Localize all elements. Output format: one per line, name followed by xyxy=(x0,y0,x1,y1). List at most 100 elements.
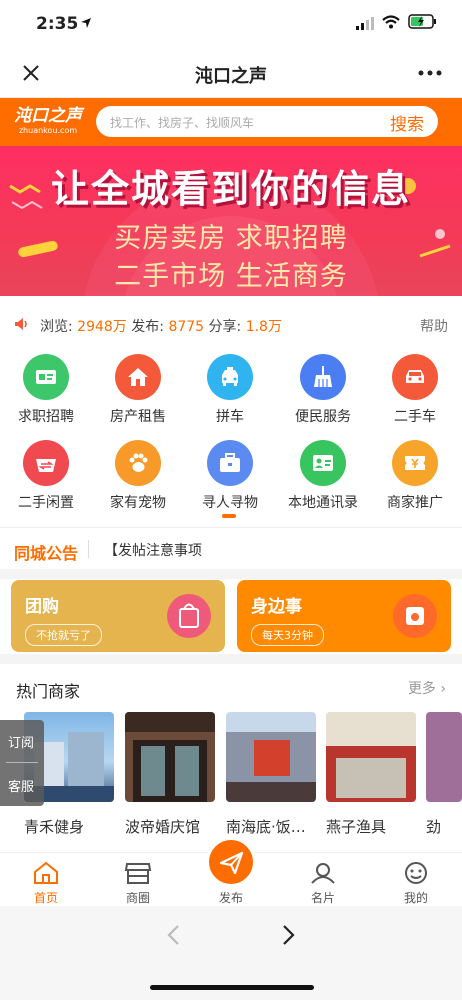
forward-arrow-icon[interactable] xyxy=(282,924,296,946)
site-header: 沌口之声 zhuankou.com 找工作、找房子、找顺风车 搜索 xyxy=(0,98,462,146)
section-gap xyxy=(0,654,462,664)
category-label: 家有宠物 xyxy=(110,495,166,511)
help-link[interactable]: 帮助 xyxy=(420,316,448,336)
posts-count: 8775 xyxy=(168,319,205,335)
merchant-photo xyxy=(426,712,462,802)
floating-side-panel: 订阅 客服 xyxy=(0,720,44,806)
bottom-tab-bar: 首页 商圈 发布 名片 我的 xyxy=(0,837,462,906)
announcement-bar[interactable]: 同城公告 【发帖注意事项 xyxy=(0,527,462,569)
publish-label: 发布 xyxy=(218,891,243,905)
promo-banner[interactable]: 让全城看到你的信息 买房卖房 求职招聘 二手市场 生活商务 xyxy=(0,146,462,296)
category-label: 求职招聘 xyxy=(18,409,74,425)
more-link[interactable]: 更多 › xyxy=(408,678,446,698)
speaker-icon xyxy=(15,318,27,330)
contact-card-icon xyxy=(300,440,346,486)
subscribe-button[interactable]: 订阅 xyxy=(8,732,34,751)
posts-label: 发布: xyxy=(131,319,164,335)
views-count: 2948万 xyxy=(77,319,127,335)
category-secondhand[interactable]: 二手闲置 xyxy=(0,440,92,520)
store-icon xyxy=(124,861,152,885)
search-button[interactable]: 搜索 xyxy=(390,110,424,135)
nearby-news-card[interactable]: 身边事 每天3分钟 xyxy=(237,580,451,652)
category-label: 二手闲置 xyxy=(18,495,74,511)
tab-mine[interactable]: 我的 xyxy=(386,861,446,906)
broom-icon xyxy=(300,354,346,400)
category-label: 拼车 xyxy=(216,409,244,425)
banner-pagination xyxy=(212,286,252,292)
back-arrow-icon[interactable] xyxy=(166,924,180,946)
id-card-icon xyxy=(23,354,69,400)
chevron-right-icon: › xyxy=(440,681,446,697)
category-label: 便民服务 xyxy=(295,409,351,425)
category-label: 商家推广 xyxy=(387,495,443,511)
merchant-card[interactable]: 燕子渔具 xyxy=(326,712,416,837)
paper-plane-icon xyxy=(219,851,244,875)
category-label: 二手车 xyxy=(394,409,436,425)
tab-label: 我的 xyxy=(403,891,428,905)
category-jobs[interactable]: 求职招聘 xyxy=(0,354,92,434)
battery-charging-icon xyxy=(408,14,436,29)
radio-icon xyxy=(393,594,437,638)
category-promotion[interactable]: 商家推广 xyxy=(369,440,461,520)
merchant-card[interactable]: 波帝婚庆馆 xyxy=(125,712,215,837)
nearby-news-title: 身边事 xyxy=(251,597,302,617)
briefcase-icon xyxy=(207,440,253,486)
stats-row: 浏览: 2948万 发布: 8775 分享: 1.8万 帮助 xyxy=(0,307,462,341)
shopping-bag-icon xyxy=(167,594,211,638)
section-gap xyxy=(0,569,462,579)
category-label: 本地通讯录 xyxy=(288,495,358,511)
category-directory[interactable]: 本地通讯录 xyxy=(277,440,369,520)
tab-business-card[interactable]: 名片 xyxy=(293,861,353,906)
merchant-photo xyxy=(326,712,416,802)
more-icon[interactable] xyxy=(418,70,442,76)
site-logo[interactable]: 沌口之声 zhuankou.com xyxy=(12,106,84,140)
shares-label: 分享: xyxy=(208,319,242,335)
category-label: 寻人寻物 xyxy=(202,495,258,511)
category-housing[interactable]: 房产租售 xyxy=(92,354,184,434)
group-buy-title: 团购 xyxy=(25,597,59,617)
banner-line-2: 买房卖房 求职招聘 xyxy=(114,223,348,254)
status-bar: 2:35 xyxy=(0,0,462,48)
customer-service-button[interactable]: 客服 xyxy=(8,776,34,795)
category-used-cars[interactable]: 二手车 xyxy=(369,354,461,434)
category-services[interactable]: 便民服务 xyxy=(277,354,369,434)
category-lost-found[interactable]: 寻人寻物 xyxy=(184,440,276,520)
nearby-news-tag: 每天3分钟 xyxy=(251,624,324,646)
search-input[interactable]: 找工作、找房子、找顺风车 搜索 xyxy=(96,106,438,137)
logo-domain: zhuankou.com xyxy=(18,126,78,135)
signal-icon xyxy=(356,17,374,30)
divider xyxy=(88,540,89,558)
tab-home[interactable]: 首页 xyxy=(16,861,76,906)
group-buy-card[interactable]: 团购 不抢就亏了 xyxy=(11,580,225,652)
location-arrow-icon xyxy=(81,18,91,28)
car-icon xyxy=(207,354,253,400)
merchant-name: 波帝婚庆馆 xyxy=(125,818,201,836)
publish-button[interactable] xyxy=(206,837,256,887)
merchant-name: 南海底·饭… xyxy=(226,818,306,836)
house-icon xyxy=(115,354,161,400)
merchant-card[interactable]: 南海底·饭… xyxy=(226,712,316,837)
tab-business-circle[interactable]: 商圈 xyxy=(108,861,168,906)
basket-icon xyxy=(23,440,69,486)
grid-page-indicator xyxy=(222,514,236,518)
ticket-icon xyxy=(392,440,438,486)
tab-label: 首页 xyxy=(33,891,58,905)
merchant-card[interactable]: 劲 xyxy=(426,712,462,837)
views-label: 浏览: xyxy=(40,319,73,335)
merchant-name: 燕子渔具 xyxy=(326,818,387,836)
tab-label: 商圈 xyxy=(125,891,150,905)
divider xyxy=(6,762,38,763)
status-time: 2:35 xyxy=(36,14,79,34)
home-icon xyxy=(32,861,60,885)
group-buy-tag: 不抢就亏了 xyxy=(25,624,102,646)
shares-count: 1.8万 xyxy=(245,319,282,335)
merchant-name: 劲 xyxy=(426,818,442,836)
merchant-name: 青禾健身 xyxy=(24,818,85,836)
hot-merchants-title: 热门商家 xyxy=(16,682,81,701)
banner-headline: 让全城看到你的信息 xyxy=(50,167,411,211)
category-carpool[interactable]: 拼车 xyxy=(184,354,276,434)
announcement-title: 同城公告 xyxy=(14,544,79,563)
tab-label: 名片 xyxy=(310,891,335,905)
category-pets[interactable]: 家有宠物 xyxy=(92,440,184,520)
search-placeholder: 找工作、找房子、找顺风车 xyxy=(110,116,255,130)
